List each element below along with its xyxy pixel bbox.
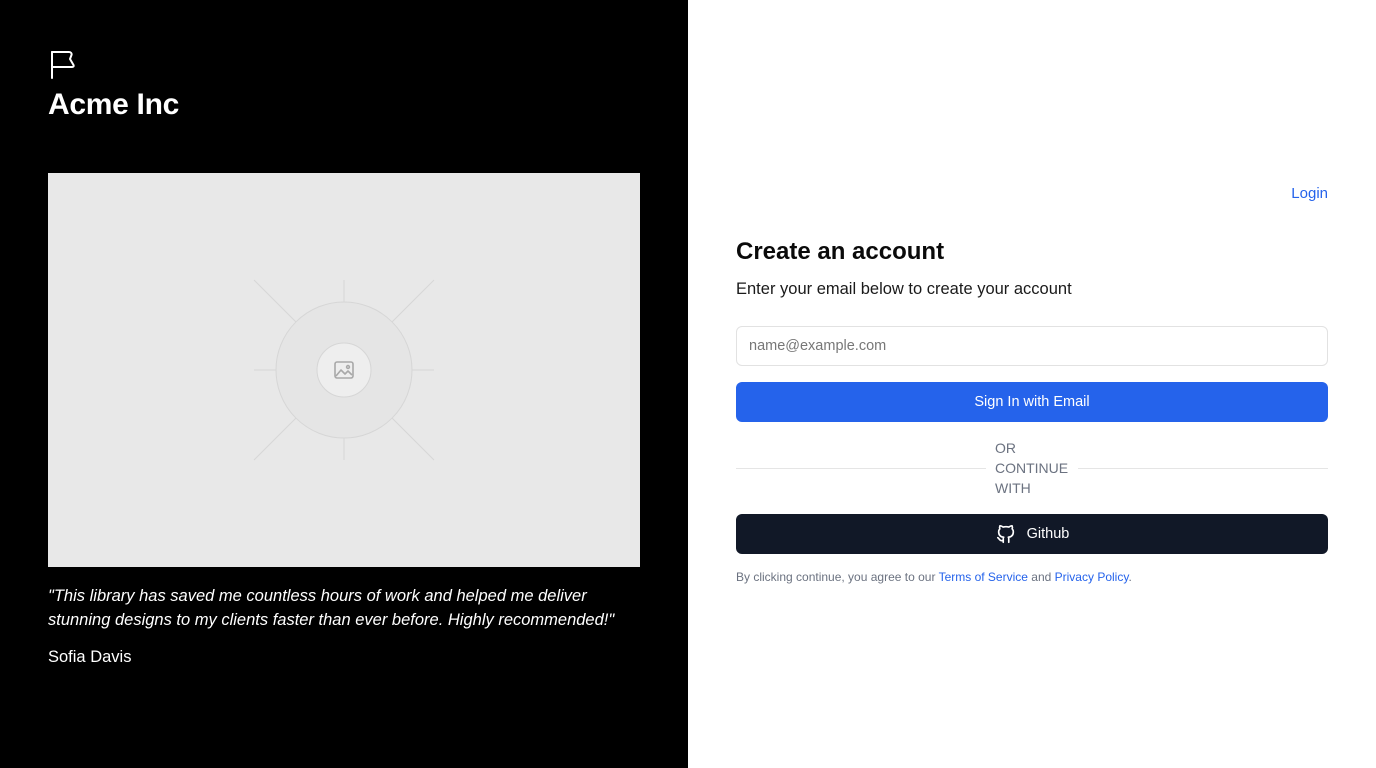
testimonial-author: Sofia Davis [48,648,132,666]
divider-text: Or continue with [995,440,1069,496]
terms-link[interactable]: Terms of Service [939,570,1028,584]
hero-image-placeholder [48,173,640,567]
legal-middle: and [1027,570,1055,584]
testimonial-quote: "This library has saved me countless hou… [48,587,615,629]
signup-panel: Login Create an account Enter your email… [688,0,1376,768]
divider-line-left [736,468,986,469]
login-link[interactable]: Login [1291,185,1328,202]
flag-icon [48,48,80,80]
brand-name: Acme Inc [48,88,179,121]
github-icon [995,523,1017,545]
github-button[interactable]: Github [736,514,1328,554]
page-subtitle: Enter your email below to create your ac… [736,280,1072,298]
privacy-link[interactable]: Privacy Policy [1055,570,1129,584]
divider-line-right [1078,468,1328,469]
legal-prefix: By clicking continue, you agree to our [736,570,939,584]
or-divider: Or continue with [736,438,1328,498]
page-title: Create an account [736,238,945,265]
legal-notice: By clicking continue, you agree to our T… [736,570,1132,584]
branding-panel: Acme Inc "This library has saved me coun… [0,0,688,768]
github-button-label: Github [1026,526,1070,542]
email-input[interactable] [736,326,1328,366]
signup-page: Acme Inc "This library has saved me coun… [0,0,1376,768]
legal-suffix: . [1128,570,1132,584]
sign-in-email-button[interactable]: Sign In with Email [736,382,1328,422]
